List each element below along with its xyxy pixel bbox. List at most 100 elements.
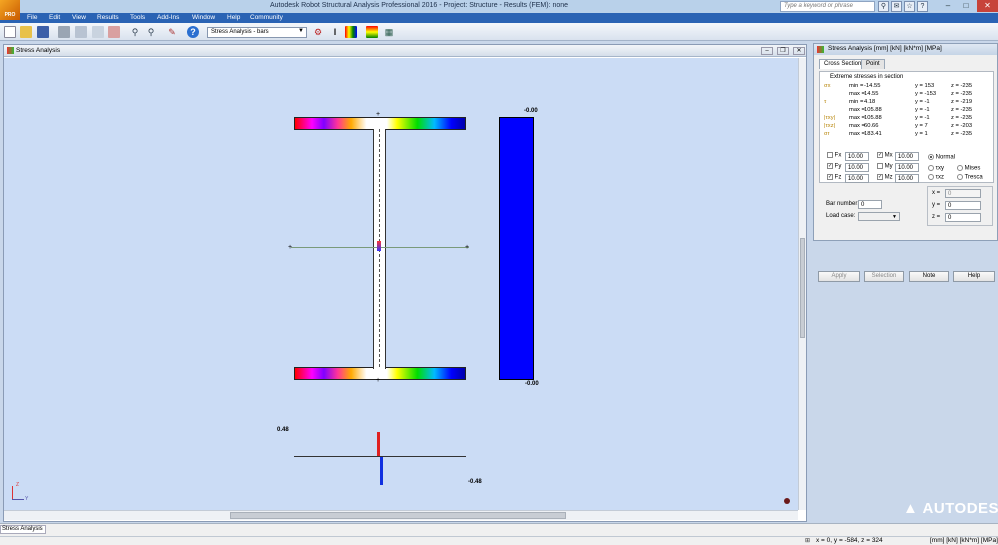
mx-control[interactable]: ✓ Mx [877,152,893,159]
radio-tresca[interactable]: Tresca [957,174,983,181]
help-button[interactable]: Help [953,271,995,282]
maximize-icon[interactable]: □ [958,0,974,12]
selection-button[interactable]: Selection [864,271,904,282]
y-field[interactable]: 0 [945,201,981,210]
note-button[interactable]: Note [909,271,949,282]
z-field[interactable]: 0 [945,213,981,222]
zoom-window-icon[interactable]: ⚲ [145,26,157,38]
mz-control[interactable]: ✓ Mz [877,174,893,181]
radio-tresca-dot[interactable] [957,174,963,180]
minimize-window-icon[interactable]: – [761,47,773,55]
stress-table-icon[interactable]: ▦ [383,26,395,38]
my-checkbox[interactable] [877,163,883,169]
menu-community[interactable]: Community [248,13,285,23]
menu-results[interactable]: Results [95,13,121,23]
vertical-scroll-thumb[interactable] [800,238,805,338]
fz-checkbox[interactable]: ✓ [827,174,833,180]
status-grip-icon: ⊞ [805,538,811,544]
section-properties-icon[interactable]: ⚙ [312,26,324,38]
layout-dropdown[interactable]: Stress Analysis - bars ▼ [207,27,307,38]
mz-checkbox[interactable]: ✓ [877,174,883,180]
vertical-scrollbar[interactable] [798,58,806,510]
centroid-marker [377,241,381,251]
fx-field[interactable]: 10.00 [845,152,869,161]
bar-number-field[interactable]: 0 [858,200,882,209]
radio-mises-dot[interactable] [957,165,963,171]
stress-symbol: |τxy| [824,115,836,121]
fz-field[interactable]: 10.00 [845,174,869,183]
open-folder-icon[interactable] [20,26,32,38]
radio-txy-dot[interactable] [928,165,934,171]
z-axis-label: Z [16,482,20,488]
mx-field[interactable]: 10.00 [895,152,919,161]
top-point-marker: + [376,111,381,118]
stress-legend-icon[interactable] [366,26,378,38]
menu-tools[interactable]: Tools [128,13,147,23]
calculation-note-icon[interactable] [108,26,120,38]
menu-help[interactable]: Help [225,13,242,23]
my-label: My [884,163,893,170]
menu-view[interactable]: View [70,13,88,23]
radio-mises[interactable]: Mises [957,165,980,172]
radio-txz-dot[interactable] [928,174,934,180]
status-tab-stress-analysis[interactable]: Stress Analysis [0,525,46,534]
communication-center-icon[interactable]: ✉ [891,1,902,12]
restore-window-icon[interactable]: ❐ [777,47,789,55]
load-case-dropdown[interactable]: ▼ [858,212,900,221]
apply-button[interactable]: Apply [818,271,860,282]
radio-normal[interactable]: Normal [928,154,955,161]
fz-control[interactable]: ✓ Fz [827,174,841,181]
radio-normal-dot[interactable] [928,154,934,160]
fy-field[interactable]: 10.00 [845,163,869,172]
tab-point[interactable]: Point [861,59,885,69]
panel-title: Stress Analysis [mm] [kN] [kN*m] [MPa] [814,44,997,55]
stress-label: max = [849,91,865,97]
menu-window[interactable]: Window [190,13,217,23]
mz-field[interactable]: 10.00 [895,174,919,183]
close-icon[interactable]: ✕ [977,0,998,12]
save-icon[interactable] [37,26,49,38]
panel-stress-icon [817,46,824,53]
chevron-down-icon: ▼ [298,28,304,34]
i-section-icon[interactable]: I [329,26,341,38]
minimize-icon[interactable]: – [940,0,956,12]
print-preview-icon[interactable] [75,26,87,38]
dropdown-value: Stress Analysis - bars [211,29,269,35]
menu-bar: File Edit View Results Tools Add-Ins Win… [0,13,998,23]
window-title-text: Stress Analysis [16,47,61,54]
help-circle-icon[interactable]: ? [187,26,199,38]
radio-txz[interactable]: τxz [928,174,944,181]
mx-checkbox[interactable]: ✓ [877,152,883,158]
new-file-icon[interactable] [4,26,16,38]
menu-edit[interactable]: Edit [47,13,62,23]
fy-checkbox[interactable]: ✓ [827,163,833,169]
print-icon[interactable] [58,26,70,38]
fx-checkbox[interactable] [827,152,833,158]
fy-control[interactable]: ✓ Fy [827,163,841,170]
robot-app-logo[interactable]: PRO [0,0,20,20]
my-field[interactable]: 10.00 [895,163,919,172]
favorites-star-icon[interactable]: ☆ [904,1,915,12]
preferences-icon[interactable]: ✎ [166,26,178,38]
search-input[interactable]: Type a keyword or phrase [780,1,875,12]
stress-analysis-panel: Stress Analysis [mm] [kN] [kN*m] [MPa] C… [813,43,998,282]
mx-label: Mx [884,152,893,159]
my-control[interactable]: My [877,163,893,170]
close-window-icon[interactable]: ✕ [793,47,805,55]
graphics-viewer[interactable]: + + + + -0.00 -0.00 0.48 -0.48 Z Y [4,58,798,510]
horizontal-scroll-thumb[interactable] [230,512,566,519]
stress-analysis-icon [7,47,14,54]
fx-control[interactable]: Fx [827,152,841,159]
horizontal-scrollbar[interactable] [4,510,798,520]
screen-capture-icon[interactable] [92,26,104,38]
zoom-icon[interactable]: ⚲ [129,26,141,38]
menu-file[interactable]: File [25,13,39,23]
tab-cross-section[interactable]: Cross Section [819,59,867,69]
radio-txy[interactable]: τxy [928,165,944,172]
menu-add-ins[interactable]: Add-Ins [155,13,181,23]
stress-map-icon[interactable] [345,26,357,38]
binoculars-icon[interactable]: ⚲ [878,1,889,12]
stress-value: 14.55 [864,91,879,97]
stress-z: z = -235 [951,115,973,121]
help-icon[interactable]: ? [917,1,928,12]
